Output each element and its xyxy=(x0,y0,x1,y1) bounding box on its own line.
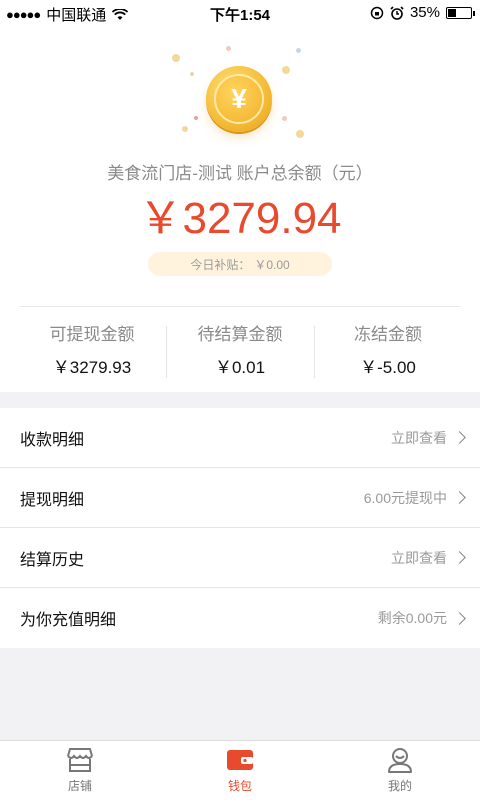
stat-label: 待结算金额 xyxy=(197,325,283,344)
tab-label: 店铺 xyxy=(67,779,92,793)
bottom-tab-bar: 店铺 钱包 我的 xyxy=(0,740,480,800)
chevron-right-icon xyxy=(453,491,466,504)
stat-value: ￥3279.93 xyxy=(52,358,132,377)
chevron-right-icon xyxy=(453,611,466,625)
menu-item-recharge-details[interactable]: 为你充值明细 剩余0.00元 xyxy=(0,588,480,648)
divider xyxy=(20,306,460,307)
menu-item-value: 剩余0.00元 xyxy=(377,610,447,626)
menu-item-settlement-history[interactable]: 结算历史 立即查看 xyxy=(0,528,480,588)
total-balance: ￥3279.94 xyxy=(138,194,342,243)
tab-label: 我的 xyxy=(387,779,412,793)
stat-label: 可提现金额 xyxy=(49,325,135,344)
wifi-icon xyxy=(112,8,129,20)
battery-percent: 35% xyxy=(409,4,440,21)
today-subsidy-badge: 今日补贴： ￥0.00 xyxy=(148,252,332,276)
menu-item-value: 6.00元提现中 xyxy=(363,489,447,506)
balance-stats: 可提现金额 ￥3279.93 待结算金额 ￥0.01 冻结金额 ￥-5.00 xyxy=(18,320,462,384)
menu-item-label: 收款明细 xyxy=(20,431,85,449)
coin-icon: ¥ xyxy=(206,66,272,132)
stat-label: 冻结金额 xyxy=(354,325,422,344)
tab-label: 钱包 xyxy=(227,779,252,793)
menu-item-value: 立即查看 xyxy=(391,429,447,446)
profile-icon xyxy=(388,748,412,773)
coin-illustration: ¥ xyxy=(160,44,320,164)
stat-withdrawable: 可提现金额 ￥3279.93 xyxy=(18,320,166,384)
wallet-icon xyxy=(227,750,253,770)
menu-item-label: 为你充值明细 xyxy=(20,612,117,629)
battery-icon xyxy=(446,6,475,19)
stat-value: ￥0.01 xyxy=(214,358,266,377)
signal-icon: ●●●●● xyxy=(6,7,41,22)
subsidy-value: ￥0.00 xyxy=(254,257,290,272)
tab-store[interactable]: 店铺 xyxy=(0,741,160,800)
menu-item-label: 提现明细 xyxy=(20,491,85,509)
wallet-summary: ¥ 美食流门店-测试 账户总余额（元） ￥3279.94 今日补贴： ￥0.00… xyxy=(0,26,480,392)
stat-pending-settlement: 待结算金额 ￥0.01 xyxy=(166,320,314,384)
tab-wallet[interactable]: 钱包 xyxy=(160,741,320,800)
chevron-right-icon xyxy=(453,431,466,444)
menu-item-payment-details[interactable]: 收款明细 立即查看 xyxy=(0,408,480,468)
alarm-icon xyxy=(390,5,404,20)
subsidy-label: 今日补贴： xyxy=(190,257,251,272)
stat-frozen: 冻结金额 ￥-5.00 xyxy=(314,320,462,384)
status-bar: ●●●●● 中国联通 下午1:54 35% xyxy=(0,0,480,26)
chevron-right-icon xyxy=(453,551,466,564)
account-balance-label: 美食流门店-测试 账户总余额（元） xyxy=(107,164,373,183)
wallet-menu: 收款明细 立即查看 提现明细 6.00元提现中 结算历史 立即查看 为你充值明细… xyxy=(0,408,480,648)
menu-item-label: 结算历史 xyxy=(20,551,85,569)
menu-item-value: 立即查看 xyxy=(391,549,447,566)
tab-profile[interactable]: 我的 xyxy=(320,741,480,800)
store-icon xyxy=(67,748,93,772)
stat-value: ￥-5.00 xyxy=(360,358,416,377)
menu-item-withdrawal-details[interactable]: 提现明细 6.00元提现中 xyxy=(0,468,480,528)
rotation-lock-icon xyxy=(370,6,384,19)
carrier-label: 中国联通 xyxy=(46,7,107,24)
